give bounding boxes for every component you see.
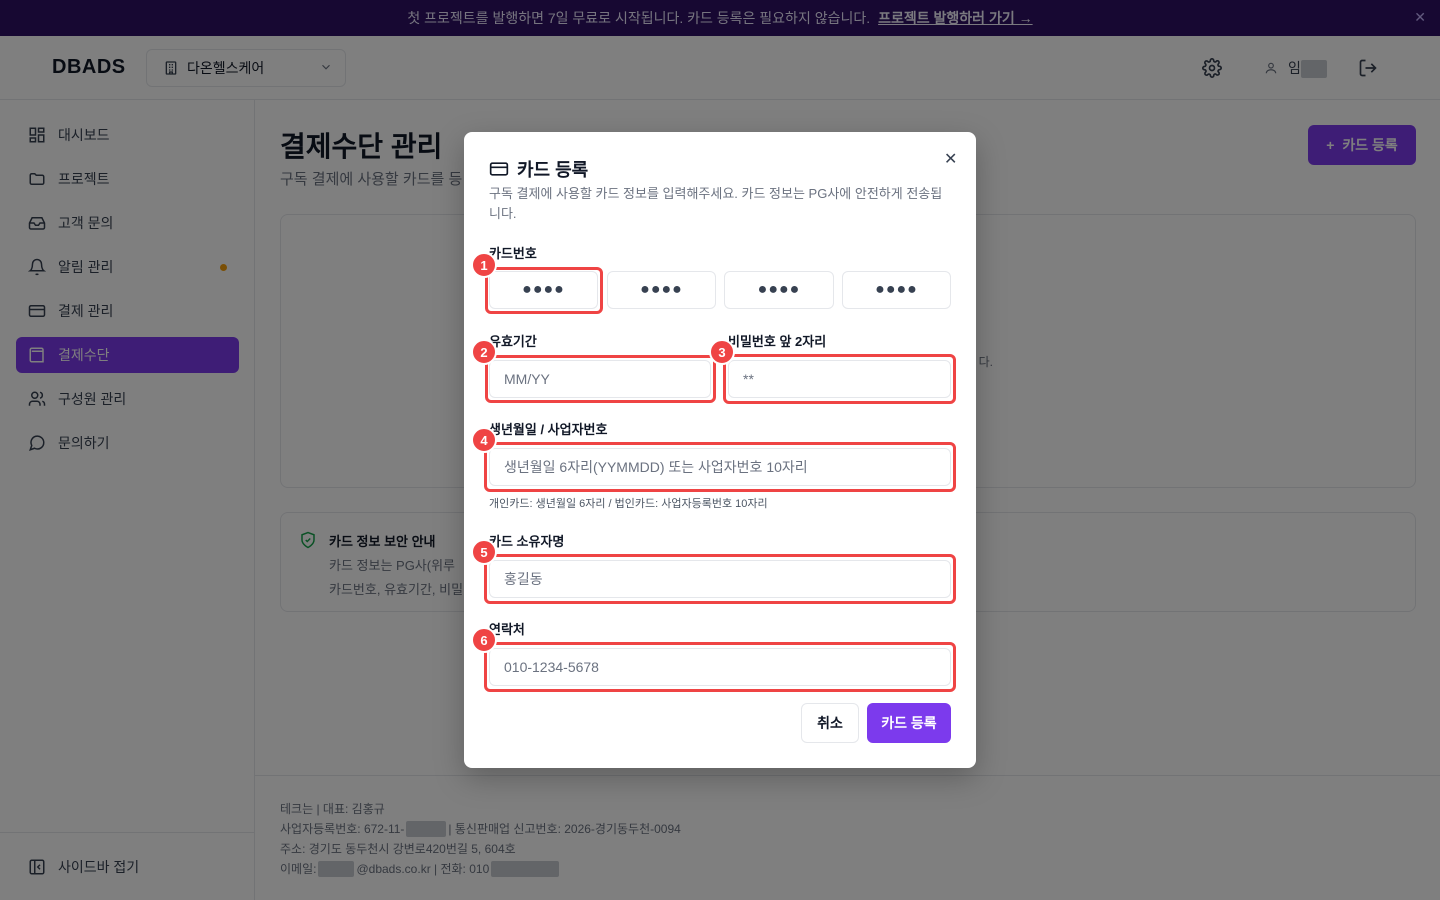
password-label: 비밀번호 앞 2자리 [728,334,827,349]
highlight-box-4 [484,442,956,492]
dialog-title-text: 카드 등록 [517,160,589,180]
dialog-title: 카드 등록 [489,156,588,182]
highlight-box-2 [485,355,716,403]
card-number-field-3[interactable]: ●●●● [724,271,834,309]
highlight-box-1 [485,267,603,314]
highlight-box-3 [723,354,956,404]
card-register-dialog: ✕ 카드 등록 구독 결제에 사용할 카드 정보를 입력해주세요. 카드 정보는… [464,132,976,768]
cancel-button[interactable]: 취소 [801,703,859,743]
step-badge-4: 4 [471,427,497,453]
card-number-field-4[interactable]: ●●●● [842,271,951,309]
step-badge-1: 1 [471,252,497,278]
step-badge-3: 3 [709,339,735,365]
credit-card-icon [489,162,509,176]
highlight-box-6 [484,642,956,692]
dialog-description: 구독 결제에 사용할 카드 정보를 입력해주세요. 카드 정보는 PG사에 안전… [489,186,943,221]
submit-card-button[interactable]: 카드 등록 [867,703,951,743]
close-icon[interactable]: ✕ [944,149,957,169]
highlight-box-5 [484,554,956,604]
birth-business-helper: 개인카드: 생년월일 6자리 / 법인카드: 사업자등록번호 10자리 [489,498,768,510]
card-number-label: 카드번호 [489,246,537,261]
step-badge-2: 2 [471,339,497,365]
card-holder-label: 카드 소유자명 [489,534,565,549]
step-badge-5: 5 [471,539,497,565]
birth-business-label: 생년월일 / 사업자번호 [489,422,608,437]
step-badge-6: 6 [471,627,497,653]
card-number-field-2[interactable]: ●●●● [607,271,716,309]
